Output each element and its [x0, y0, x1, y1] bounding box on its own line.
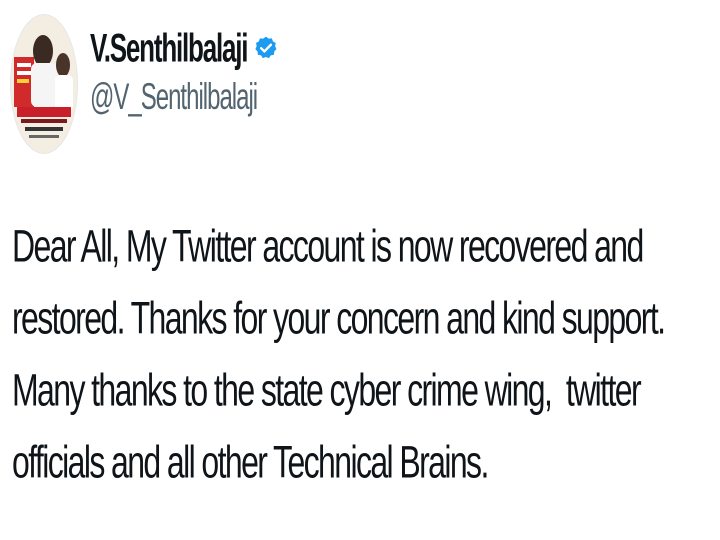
display-name-row: V.Senthilbalaji	[90, 24, 279, 72]
avatar-image	[11, 15, 77, 153]
user-handle[interactable]: @V_Senthilbalaji	[90, 76, 258, 119]
tweet-text: Dear All, My Twitter account is now reco…	[12, 210, 712, 498]
verified-badge-icon	[253, 31, 279, 65]
display-name[interactable]: V.Senthilbalaji	[90, 24, 249, 72]
tweet-header: V.Senthilbalaji @V_Senthilbalaji	[10, 14, 710, 164]
tweet-line: officials and all other Technical Brains…	[12, 436, 489, 488]
user-names: V.Senthilbalaji @V_Senthilbalaji	[90, 24, 279, 118]
avatar[interactable]	[10, 14, 78, 154]
